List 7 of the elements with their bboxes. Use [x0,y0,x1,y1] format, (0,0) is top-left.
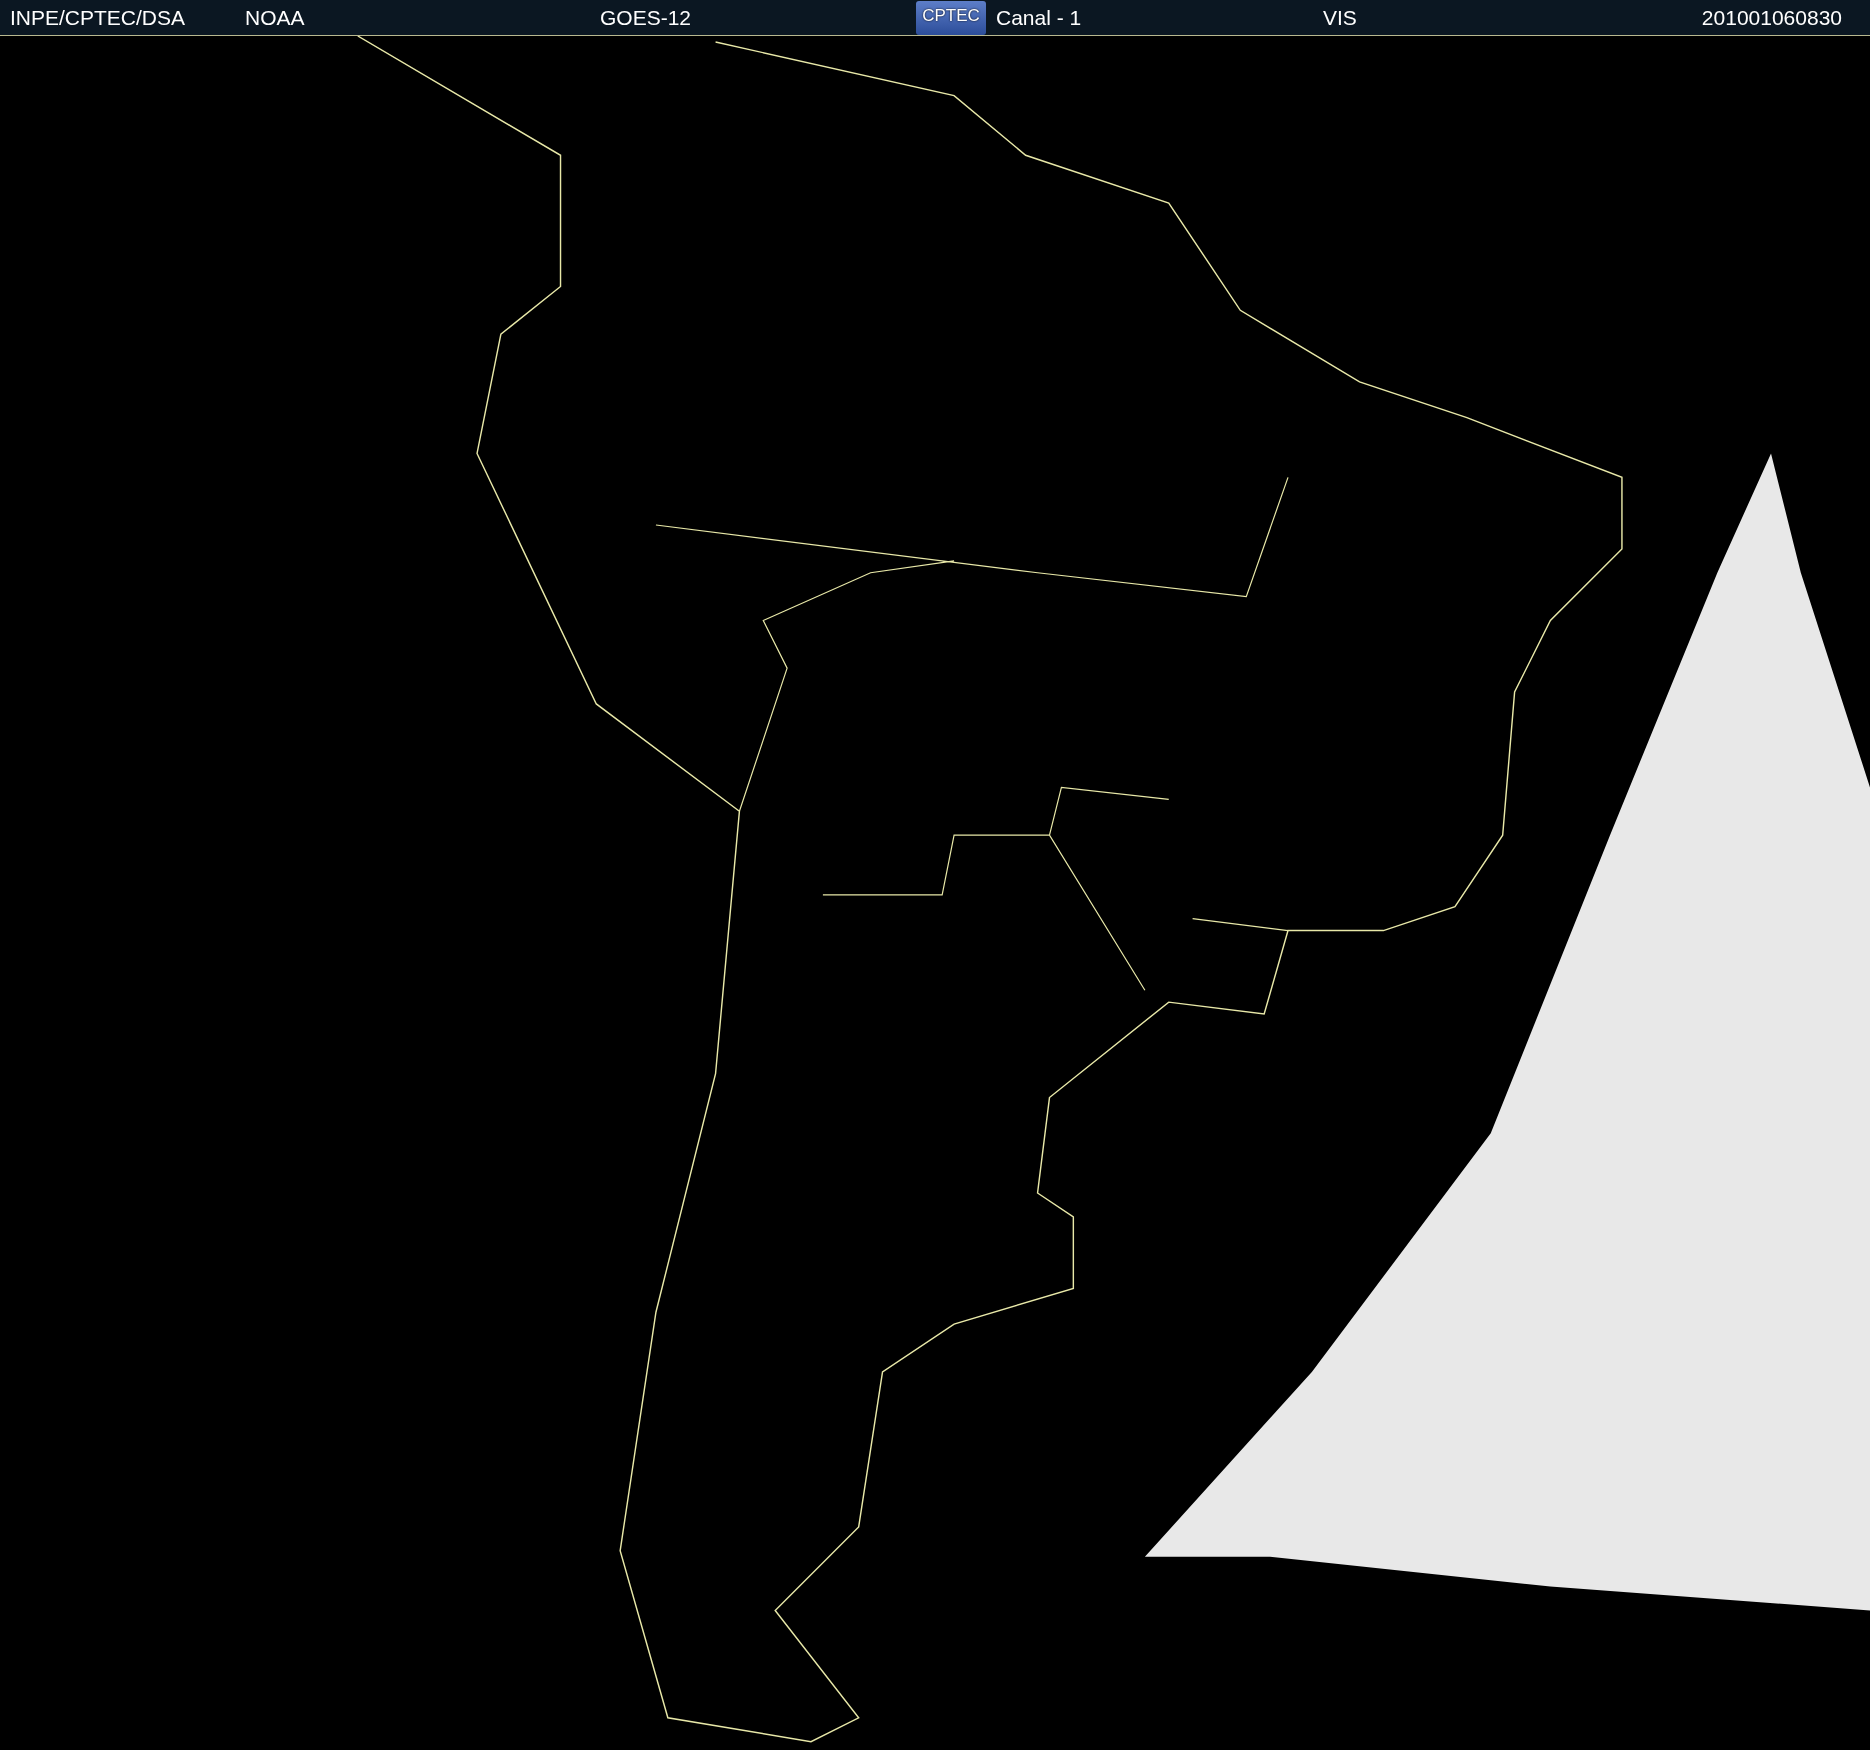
cptec-logo: CPTEC [916,0,986,35]
header-label: INPE/CPTEC/DSA [9,5,187,30]
header-label: Canal - 1 [995,5,1083,30]
header-label: VIS [1322,5,1358,30]
header-label: NOAA [244,5,306,30]
header-label: 201001060830 [1700,5,1843,30]
header-label: GOES-12 [599,5,693,30]
